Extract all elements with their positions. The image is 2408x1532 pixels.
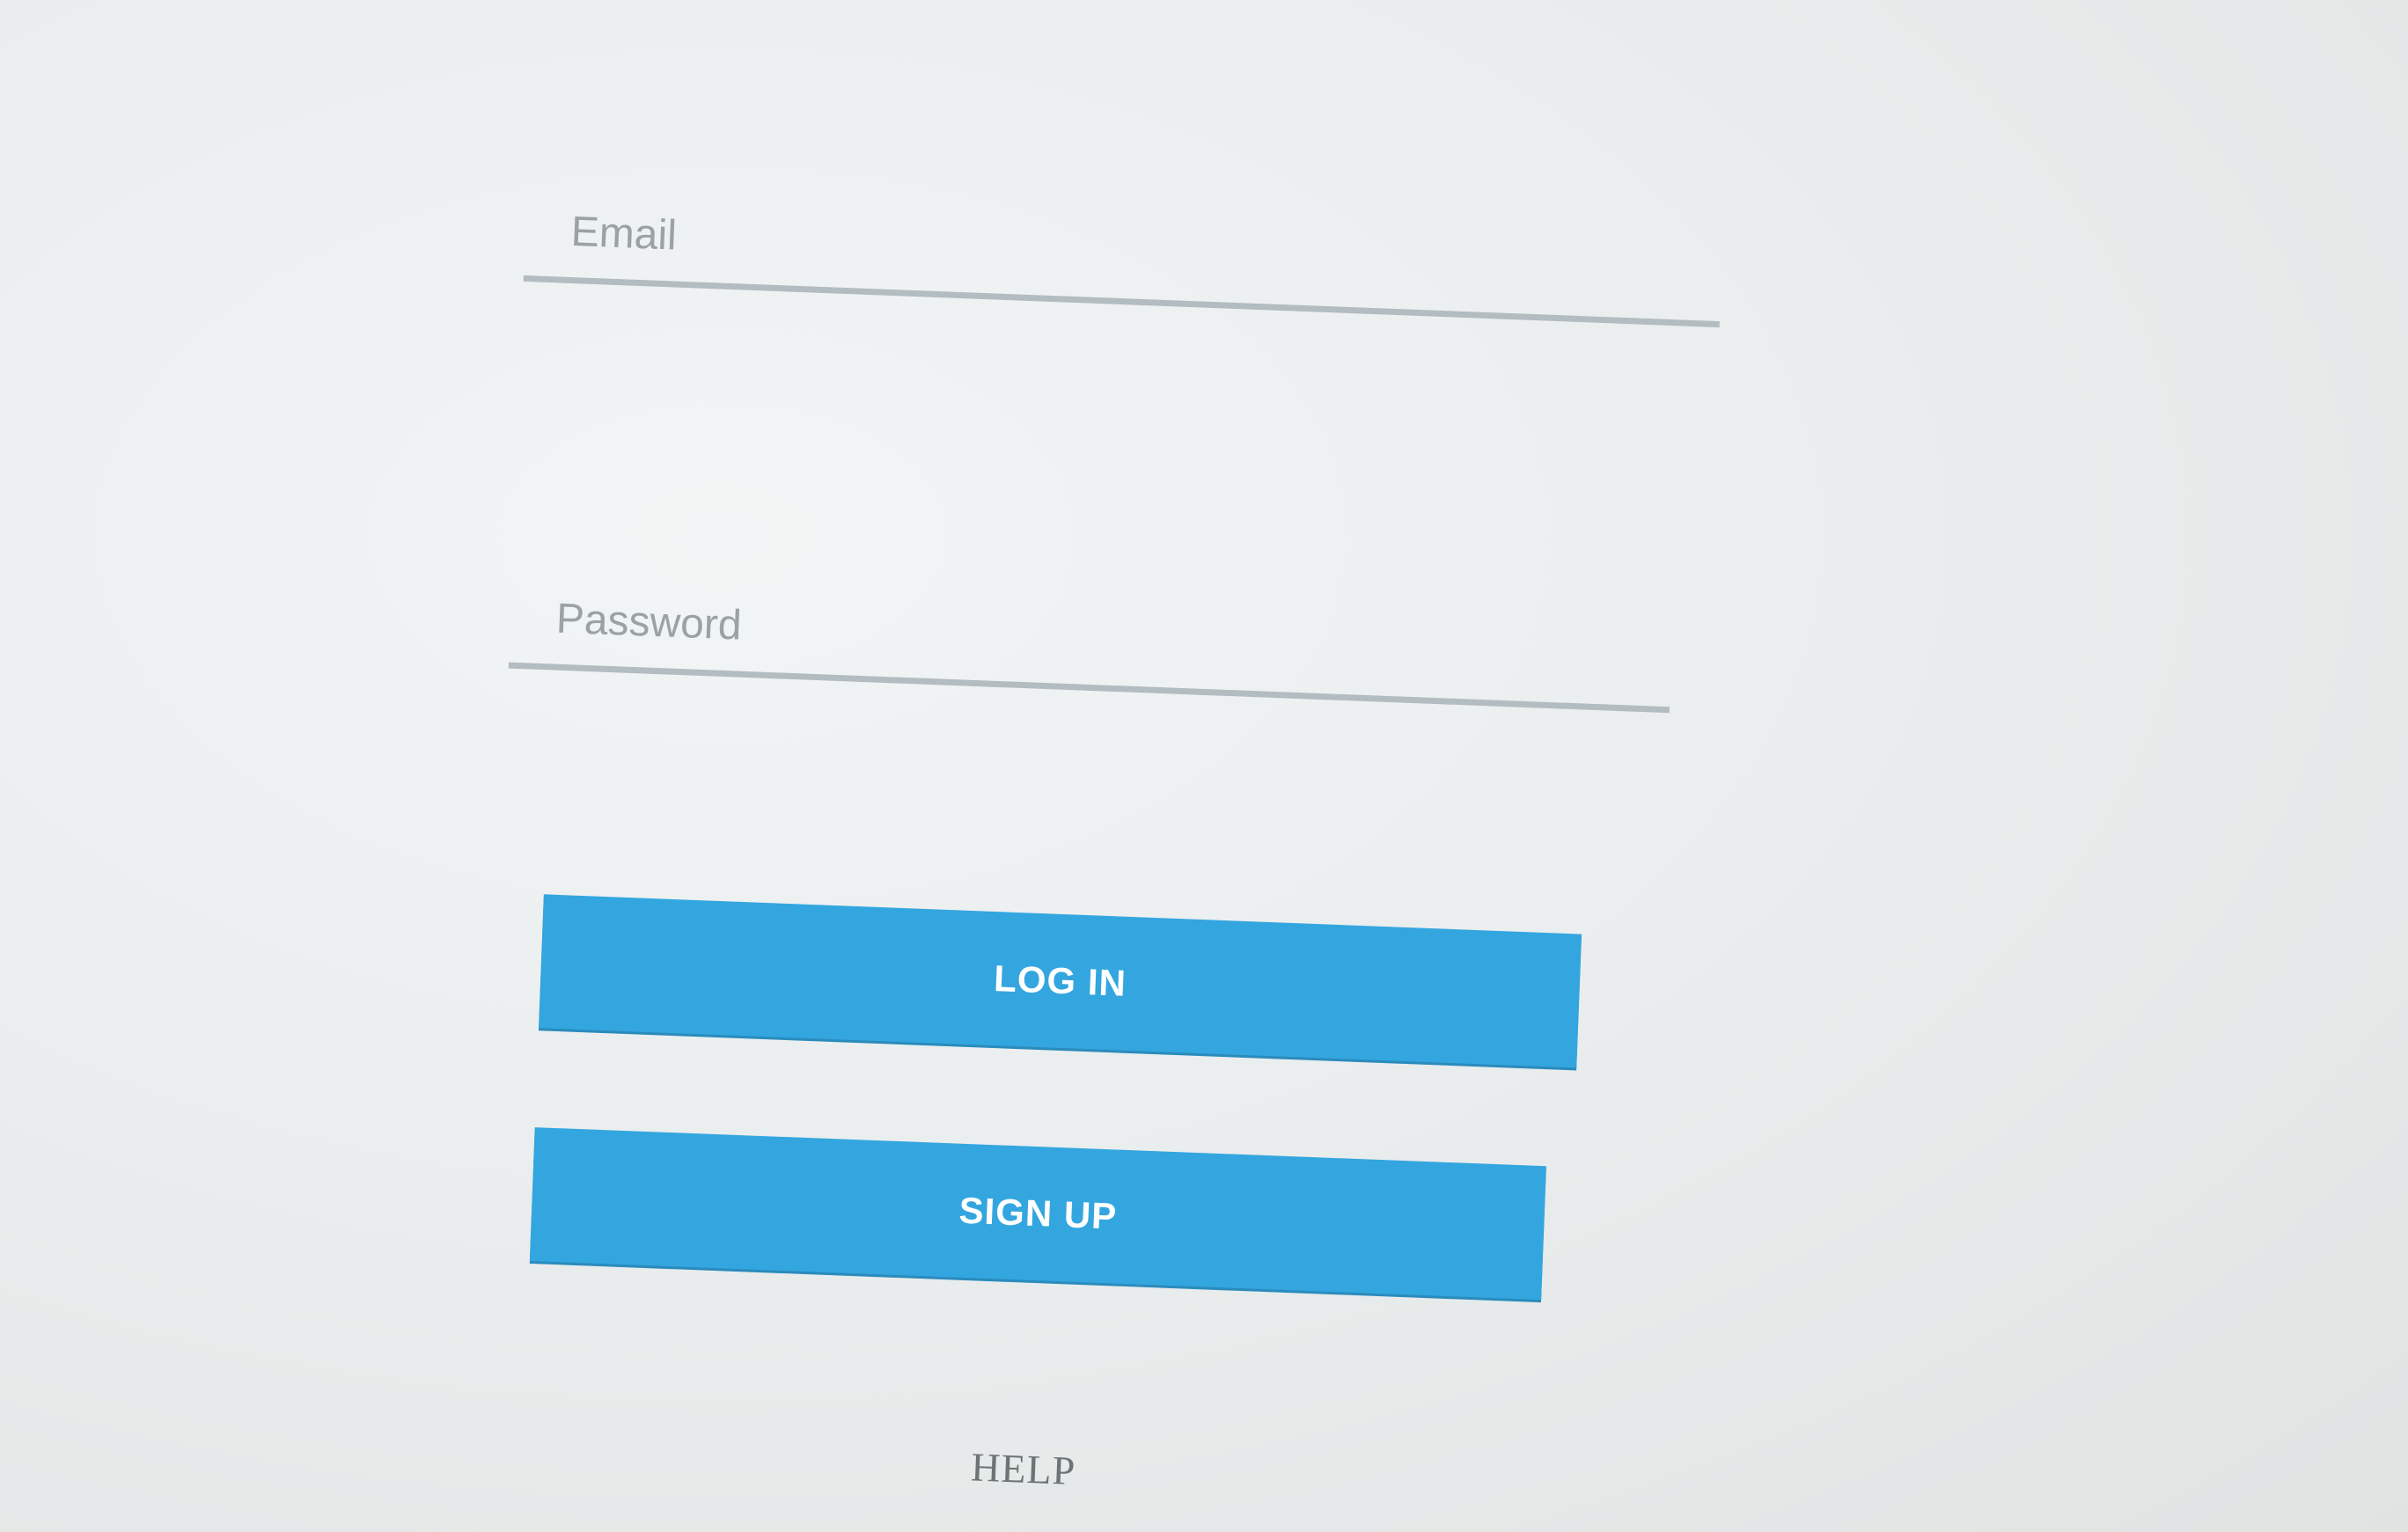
login-button[interactable]: LOG IN [539,894,1582,1068]
signup-button[interactable]: SIGN UP [529,1127,1546,1301]
password-field-container [508,571,1673,714]
help-link[interactable]: HELP [970,1443,1076,1494]
email-field[interactable] [523,184,1723,328]
password-field[interactable] [508,571,1673,714]
login-screen: LOG IN SIGN UP HELP [0,0,2408,1532]
email-field-container [523,184,1723,328]
login-form: LOG IN SIGN UP HELP [476,158,1742,1532]
